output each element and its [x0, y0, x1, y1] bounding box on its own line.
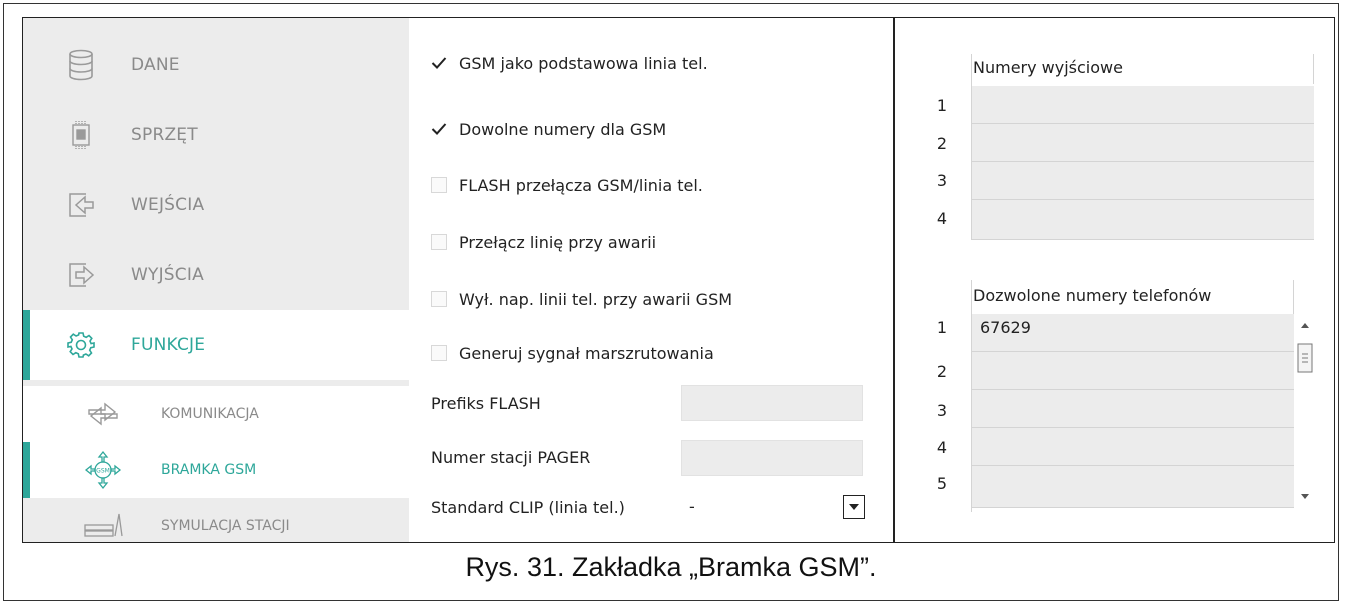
output-numbers-header: Numery wyjściowe	[973, 58, 1123, 77]
checkbox-empty[interactable]	[431, 345, 447, 361]
option-routing-signal[interactable]: Generuj sygnał marszrutowania	[431, 338, 714, 368]
station-icon	[83, 506, 123, 542]
option-flash-switch[interactable]: FLASH przełącza GSM/linia tel.	[431, 170, 703, 200]
table-gridline	[1293, 280, 1294, 314]
sidebar-item-label: WEJŚCIA	[131, 195, 205, 215]
allowed-number-cell[interactable]	[972, 428, 1294, 466]
sidebar-item-wejscia[interactable]: WEJŚCIA	[23, 170, 409, 240]
row-number: 2	[936, 134, 948, 153]
row-number: 1	[936, 96, 948, 115]
option-disable-voltage[interactable]: Wył. nap. linii tel. przy awarii GSM	[431, 284, 732, 314]
input-icon	[63, 187, 99, 223]
row-number: 4	[936, 209, 948, 228]
allowed-number-cell[interactable]: 67629	[972, 314, 1294, 352]
pager-station-input[interactable]	[681, 440, 863, 476]
output-number-cell[interactable]	[972, 162, 1314, 200]
pager-station-label: Numer stacji PAGER	[431, 448, 591, 467]
option-label: Wył. nap. linii tel. przy awarii GSM	[459, 289, 733, 309]
active-subitem-indicator	[23, 442, 30, 498]
gear-icon	[63, 327, 99, 363]
sidebar-subitem-komunikacja[interactable]: KOMUNIKACJA	[23, 386, 409, 442]
option-any-numbers[interactable]: Dowolne numery dla GSM	[431, 114, 666, 144]
row-number: 3	[936, 171, 948, 190]
option-label: Dowolne numery dla GSM	[459, 119, 667, 139]
output-number-cell[interactable]	[972, 124, 1314, 162]
active-indicator	[23, 310, 30, 380]
option-label: Generuj sygnał marszrutowania	[459, 343, 714, 363]
clip-standard-label: Standard CLIP (linia tel.)	[431, 498, 625, 517]
sidebar-item-funkcje[interactable]: FUNKCJE	[23, 310, 409, 380]
sidebar-subitem-label: SYMULACJA STACJI	[161, 518, 290, 534]
scrollbar-graphic	[1297, 323, 1313, 499]
option-label: GSM jako podstawowa linia tel.	[459, 53, 708, 73]
output-number-cell[interactable]	[972, 86, 1314, 124]
flash-prefix-input[interactable]	[681, 385, 863, 421]
chip-icon	[63, 117, 99, 153]
row-number: 3	[936, 401, 948, 420]
sidebar-item-label: SPRZĘT	[131, 125, 198, 145]
output-number-cell[interactable]	[972, 200, 1314, 240]
sidebar-item-label: DANE	[131, 55, 180, 75]
row-number: 2	[936, 362, 948, 381]
panel-divider	[893, 18, 895, 542]
allowed-number-cell[interactable]	[972, 466, 1294, 508]
figure-caption: Rys. 31. Zakładka „Bramka GSM”.	[465, 552, 877, 582]
scroll-down-icon	[1301, 494, 1309, 499]
figure-frame: DANE SPRZĘT WEJŚCIA WYJŚCIA FUNKCJE KOMU…	[3, 3, 1339, 601]
database-icon	[63, 47, 99, 83]
dropdown-arrow-icon[interactable]	[843, 495, 865, 519]
option-label: Przełącz linię przy awarii	[459, 232, 657, 252]
checkmark-icon[interactable]	[431, 55, 447, 71]
sidebar-item-sprzet[interactable]: SPRZĘT	[23, 100, 409, 170]
sidebar-subitem-label: BRAMKA GSM	[161, 462, 257, 478]
sidebar-item-label: WYJŚCIA	[131, 265, 204, 285]
gsm-icon: GSM	[83, 450, 123, 490]
sidebar-item-wyjscia[interactable]: WYJŚCIA	[23, 240, 409, 310]
allowed-numbers-header: Dozwolone numery telefonów	[973, 286, 1212, 305]
row-number: 5	[936, 474, 948, 493]
svg-text:GSM: GSM	[96, 468, 110, 475]
clip-standard-select[interactable]: -	[681, 491, 865, 525]
sidebar: DANE SPRZĘT WEJŚCIA WYJŚCIA FUNKCJE KOMU…	[23, 18, 409, 542]
option-gsm-primary[interactable]: GSM jako podstawowa linia tel.	[431, 48, 708, 78]
sidebar-subitem-label: KOMUNIKACJA	[161, 406, 259, 422]
output-icon	[63, 257, 99, 293]
row-number: 1	[936, 318, 948, 337]
row-number: 4	[936, 438, 948, 457]
select-value: -	[689, 497, 695, 516]
sidebar-item-label: FUNKCJE	[131, 335, 206, 355]
checkmark-icon[interactable]	[431, 121, 447, 137]
sidebar-item-dane[interactable]: DANE	[23, 30, 409, 100]
checkbox-empty[interactable]	[431, 177, 447, 193]
flash-prefix-label: Prefiks FLASH	[431, 394, 541, 413]
allowed-number-cell[interactable]	[972, 352, 1294, 390]
allowed-number-cell[interactable]	[972, 390, 1294, 428]
checkbox-empty[interactable]	[431, 291, 447, 307]
exchange-icon	[83, 394, 123, 434]
sidebar-subitem-symulacja-stacji[interactable]: SYMULACJA STACJI	[23, 498, 409, 542]
sidebar-subitem-bramka-gsm[interactable]: GSM BRAMKA GSM	[23, 442, 409, 498]
option-label: FLASH przełącza GSM/linia tel.	[459, 175, 703, 195]
option-switch-on-fail[interactable]: Przełącz linię przy awarii	[431, 227, 656, 257]
table-gridline	[1313, 54, 1314, 84]
scrollbar[interactable]	[1294, 314, 1316, 508]
scroll-up-icon	[1301, 323, 1309, 328]
checkbox-empty[interactable]	[431, 234, 447, 250]
app-window: DANE SPRZĘT WEJŚCIA WYJŚCIA FUNKCJE KOMU…	[22, 17, 1335, 543]
